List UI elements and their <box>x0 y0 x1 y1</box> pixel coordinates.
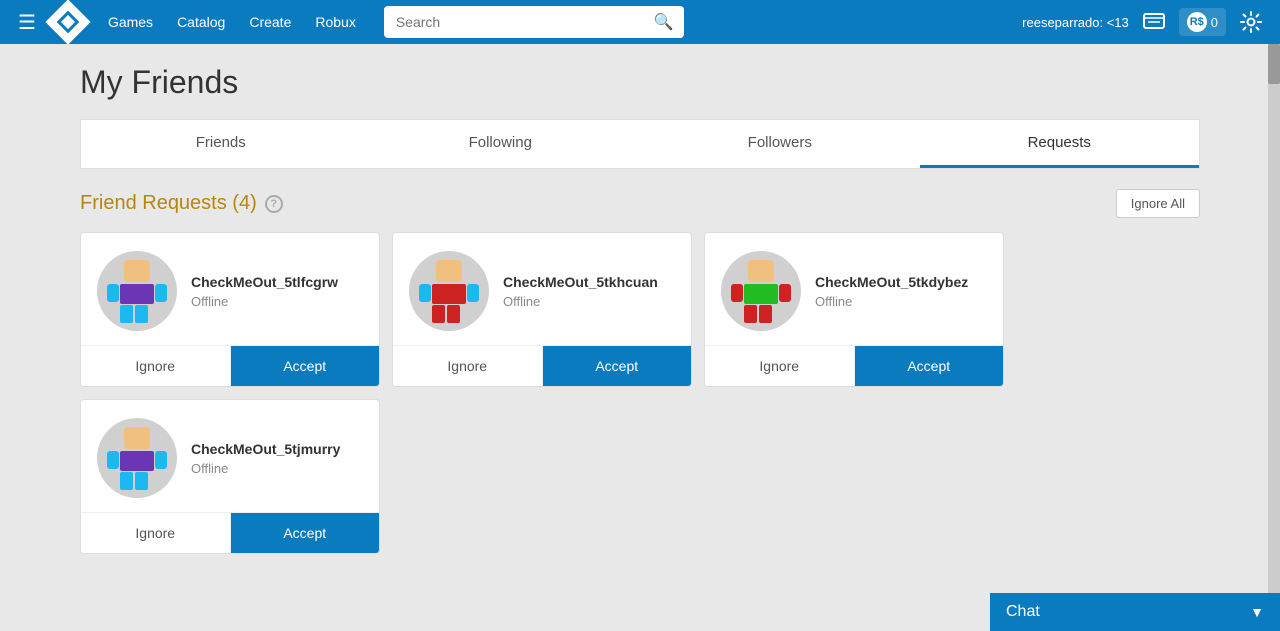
avatar-1 <box>97 251 177 331</box>
nav-links: Games Catalog Create Robux <box>98 8 366 36</box>
card-info-2: CheckMeOut_5tkhcuan Offline <box>503 274 675 309</box>
card-status-1: Offline <box>191 294 363 309</box>
robux-count: 0 <box>1211 15 1218 30</box>
card-actions-3: Ignore Accept <box>705 345 1003 386</box>
section-title-text: Friend Requests (4) <box>80 192 257 215</box>
chat-chevron-icon: ▼ <box>1250 604 1264 620</box>
card-info-1: CheckMeOut_5tlfcgrw Offline <box>191 274 363 309</box>
roblox-logo[interactable] <box>45 0 90 45</box>
navbar: ☰ Games Catalog Create Robux 🔍 reeseparr… <box>0 0 1280 44</box>
page-content: My Friends Friends Following Followers R… <box>0 44 1280 631</box>
tab-requests[interactable]: Requests <box>920 120 1200 168</box>
avatar-4 <box>97 418 177 498</box>
section-header: Friend Requests (4) ? Ignore All <box>80 189 1200 218</box>
card-actions-1: Ignore Accept <box>81 345 379 386</box>
nav-right: reeseparrado: <13 R$ 0 <box>1022 7 1268 37</box>
scrollbar-track[interactable] <box>1268 44 1280 631</box>
accept-button-2[interactable]: Accept <box>543 346 692 386</box>
robux-display[interactable]: R$ 0 <box>1179 8 1226 36</box>
tab-friends[interactable]: Friends <box>81 120 361 168</box>
card-body-1: CheckMeOut_5tlfcgrw Offline <box>81 233 379 345</box>
card-info-4: CheckMeOut_5tjmurry Offline <box>191 441 363 476</box>
settings-icon[interactable] <box>1234 7 1268 37</box>
cards-row-1: CheckMeOut_5tlfcgrw Offline Ignore Accep… <box>80 232 1200 387</box>
search-bar: 🔍 <box>384 6 684 38</box>
tab-followers[interactable]: Followers <box>640 120 920 168</box>
scrollbar-thumb[interactable] <box>1268 44 1280 84</box>
hamburger-icon[interactable]: ☰ <box>12 6 42 39</box>
chat-bar[interactable]: Chat ▼ <box>990 593 1280 631</box>
nav-games[interactable]: Games <box>98 8 163 36</box>
accept-button-4[interactable]: Accept <box>231 513 380 553</box>
section-title: Friend Requests (4) ? <box>80 192 283 215</box>
card-username-2: CheckMeOut_5tkhcuan <box>503 274 675 290</box>
ignore-button-1[interactable]: Ignore <box>81 346 231 386</box>
accept-button-3[interactable]: Accept <box>855 346 1004 386</box>
card-body-2: CheckMeOut_5tkhcuan Offline <box>393 233 691 345</box>
robux-icon: R$ <box>1187 12 1207 32</box>
card-actions-4: Ignore Accept <box>81 512 379 553</box>
card-body-3: CheckMeOut_5tkdybez Offline <box>705 233 1003 345</box>
ignore-all-button[interactable]: Ignore All <box>1116 189 1200 218</box>
nav-robux[interactable]: Robux <box>305 8 365 36</box>
card-username-3: CheckMeOut_5tkdybez <box>815 274 987 290</box>
ignore-button-4[interactable]: Ignore <box>81 513 231 553</box>
search-input[interactable] <box>384 8 644 36</box>
accept-button-1[interactable]: Accept <box>231 346 380 386</box>
friend-card-1: CheckMeOut_5tlfcgrw Offline Ignore Accep… <box>80 232 380 387</box>
search-button[interactable]: 🔍 <box>644 6 684 38</box>
card-status-3: Offline <box>815 294 987 309</box>
username-display: reeseparrado: <13 <box>1022 15 1129 30</box>
card-username-4: CheckMeOut_5tjmurry <box>191 441 363 457</box>
messages-icon[interactable] <box>1137 9 1171 35</box>
nav-create[interactable]: Create <box>239 8 301 36</box>
cards-row-2: CheckMeOut_5tjmurry Offline Ignore Accep… <box>80 399 1200 554</box>
friend-card-4: CheckMeOut_5tjmurry Offline Ignore Accep… <box>80 399 380 554</box>
card-status-4: Offline <box>191 461 363 476</box>
chat-label: Chat <box>1006 603 1040 621</box>
card-info-3: CheckMeOut_5tkdybez Offline <box>815 274 987 309</box>
friend-card-2: CheckMeOut_5tkhcuan Offline Ignore Accep… <box>392 232 692 387</box>
card-status-2: Offline <box>503 294 675 309</box>
card-body-4: CheckMeOut_5tjmurry Offline <box>81 400 379 512</box>
page-title: My Friends <box>80 64 1200 101</box>
ignore-button-3[interactable]: Ignore <box>705 346 855 386</box>
ignore-button-2[interactable]: Ignore <box>393 346 543 386</box>
nav-catalog[interactable]: Catalog <box>167 8 235 36</box>
avatar-3 <box>721 251 801 331</box>
avatar-2 <box>409 251 489 331</box>
card-actions-2: Ignore Accept <box>393 345 691 386</box>
info-icon[interactable]: ? <box>265 195 283 213</box>
tabs-container: Friends Following Followers Requests <box>80 119 1200 169</box>
tab-following[interactable]: Following <box>361 120 641 168</box>
friend-card-3: CheckMeOut_5tkdybez Offline Ignore Accep… <box>704 232 1004 387</box>
card-username-1: CheckMeOut_5tlfcgrw <box>191 274 363 290</box>
